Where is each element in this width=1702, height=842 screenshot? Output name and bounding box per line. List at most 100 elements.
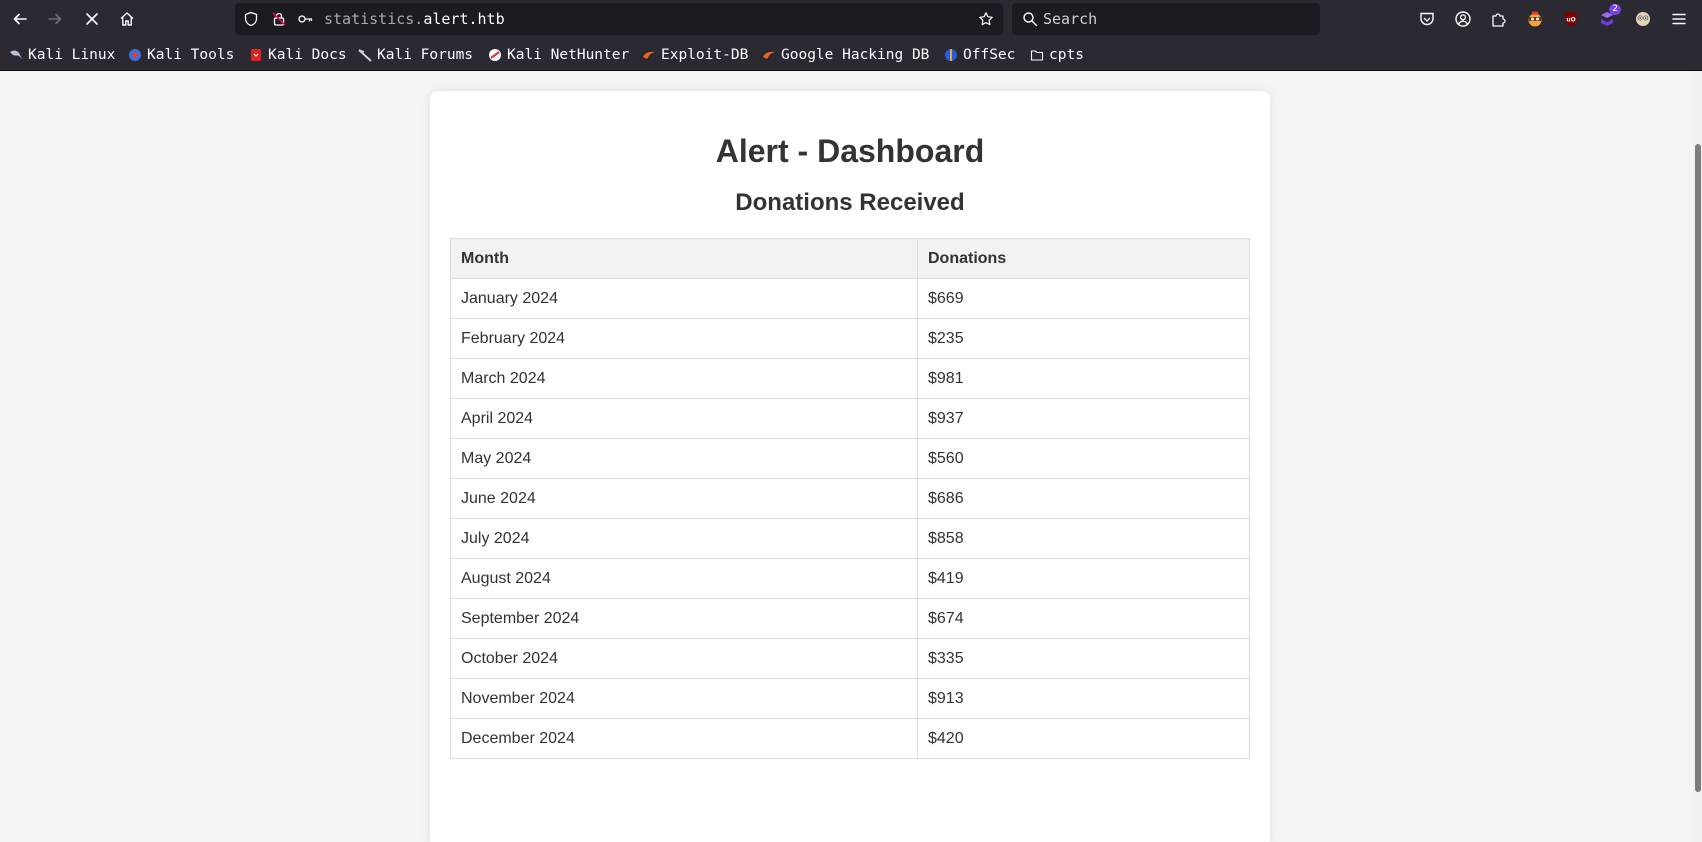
bookmark-label: Google Hacking DB [781,47,930,63]
scrollbar-thumb[interactable] [1695,144,1701,792]
table-row: May 2024 $560 [450,438,1250,479]
bookmark-label: Kali NetHunter [507,47,630,63]
shield-icon[interactable] [243,11,259,27]
table-row: December 2024 $420 [450,718,1250,759]
account-icon [1455,11,1471,27]
wappalyzer-extension-button[interactable] [1631,7,1655,31]
month-cell: February 2024 [450,318,918,359]
svg-text:uO: uO [1566,17,1575,24]
hackbar-extension-icon [1528,11,1542,27]
donation-cell: $981 [917,358,1250,399]
ghdb-icon [763,51,775,59]
address-bar[interactable]: statistics.alert.htb [235,3,1003,35]
bookmark-label: OffSec [963,47,1016,63]
bookmark-offsec[interactable]: OffSec [944,44,1015,66]
forward-button[interactable] [40,4,70,34]
month-cell: April 2024 [450,398,918,439]
nav-toolbar: statistics.alert.htb Search uO 2 [0,0,1702,38]
close-icon [86,13,98,25]
bookmark-kali-linux[interactable]: Kali Linux [9,44,115,66]
home-icon [120,12,134,26]
month-cell: December 2024 [450,718,918,759]
month-cell: March 2024 [450,358,918,399]
account-button[interactable] [1451,7,1475,31]
search-icon [1023,12,1038,27]
bookmarks-toolbar: Kali Linux Kali Tools Kali Docs Kali For… [0,44,1702,66]
url-text[interactable]: statistics.alert.htb [324,3,505,35]
page-title: Alert - Dashboard [715,133,985,169]
proxy-extension-button[interactable]: 2 [1595,4,1621,31]
bookmark-label: Kali Tools [147,47,235,63]
stop-button[interactable] [77,4,107,34]
puzzle-icon [1492,13,1506,27]
donation-cell: $420 [917,718,1250,759]
table-row: July 2024 $858 [450,518,1250,559]
donation-cell: $669 [917,278,1250,319]
table-row: August 2024 $419 [450,558,1250,599]
back-button[interactable] [5,4,35,34]
table-row: February 2024 $235 [450,318,1250,359]
table-row: June 2024 $686 [450,478,1250,519]
month-cell: October 2024 [450,638,918,679]
donation-cell: $235 [917,318,1250,359]
extension-badge: 2 [1609,4,1621,15]
menu-button[interactable] [1667,7,1691,31]
bookmark-kali-tools[interactable]: Kali Tools [128,44,234,66]
forward-arrow-icon [48,13,62,25]
bookmark-folder-cpts[interactable]: cpts [1030,44,1084,66]
pocket-icon [1420,12,1434,26]
kali-tools-icon [129,49,141,61]
bookmark-kali-docs[interactable]: Kali Docs [249,44,347,66]
ublock-origin-icon: uO [1565,11,1577,27]
url-domain: alert.htb [423,10,505,28]
kali-docs-icon [251,49,261,61]
donation-cell: $335 [917,638,1250,679]
lock-insecure-icon[interactable] [271,11,287,27]
search-placeholder: Search [1043,10,1098,28]
donation-cell: $560 [917,438,1250,479]
bookmark-label: Exploit-DB [661,47,749,63]
pocket-button[interactable] [1415,7,1439,31]
bookmark-label: Kali Linux [28,47,116,63]
dashboard-card: Alert - Dashboard Donations Received Mon… [430,91,1270,842]
star-icon[interactable] [978,11,994,27]
donations-table: Month Donations January 2024 $669 Februar… [450,238,1250,759]
month-cell: July 2024 [450,518,918,559]
donation-cell: $937 [917,398,1250,439]
month-cell: August 2024 [450,558,918,599]
extensions-button[interactable] [1487,7,1511,31]
bookmark-kali-nethunter[interactable]: Kali NetHunter [488,44,629,66]
column-header-month: Month [450,238,918,279]
bookmark-kali-forums[interactable]: Kali Forums [358,44,473,66]
bookmark-exploit-db[interactable]: Exploit-DB [642,44,748,66]
search-bar[interactable]: Search [1012,3,1320,35]
nethunter-icon [489,49,501,61]
back-arrow-icon [13,13,27,25]
page-scrollbar[interactable] [1694,71,1702,842]
bookmark-label: Kali Docs [268,47,347,63]
kali-forums-icon [358,49,372,62]
month-cell: November 2024 [450,678,918,719]
browser-chrome: statistics.alert.htb Search uO 2 Kali Li… [0,0,1702,71]
ublock-extension-button[interactable]: uO [1559,7,1583,31]
url-subdomain: statistics. [324,10,424,28]
kali-dragon-icon [10,50,22,59]
bookmark-google-hacking-db[interactable]: Google Hacking DB [762,44,929,66]
face-extension-icon [1636,12,1650,26]
donation-cell: $674 [917,598,1250,639]
exploit-db-icon [643,51,655,59]
donation-cell: $686 [917,478,1250,519]
section-title: Donations Received [735,189,965,216]
table-row: January 2024 $669 [450,278,1250,319]
hackbar-extension-button[interactable] [1523,7,1547,31]
key-icon[interactable] [297,11,313,27]
home-button[interactable] [112,4,142,34]
donation-cell: $858 [917,518,1250,559]
table-header-row: Month Donations [450,238,1250,279]
donation-cell: $913 [917,678,1250,719]
table-row: March 2024 $981 [450,358,1250,399]
bookmark-label: cpts [1049,47,1084,63]
column-header-donations: Donations [917,238,1250,279]
donation-cell: $419 [917,558,1250,599]
offsec-icon [945,49,957,61]
